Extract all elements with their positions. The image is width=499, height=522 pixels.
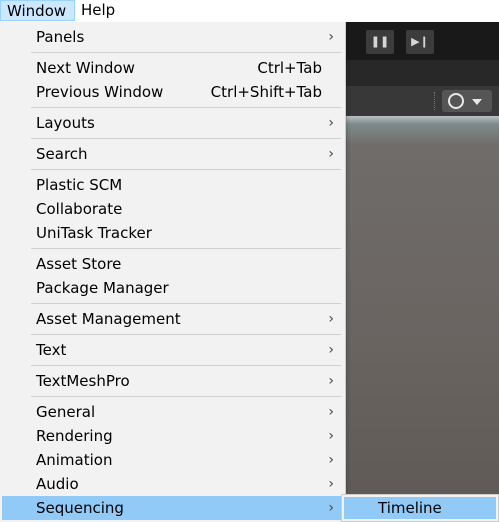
menu-separator (31, 248, 341, 249)
submenu-arrow-icon: › (328, 500, 334, 516)
menu-bar: Window Help (0, 0, 499, 22)
menu-item-plastic-scm[interactable]: Plastic SCM (2, 173, 342, 197)
submenu-arrow-icon: › (328, 146, 334, 162)
scene-viewport[interactable] (346, 116, 499, 522)
menu-separator (31, 396, 341, 397)
menu-separator (31, 107, 341, 108)
menu-item-label: Package Manager (36, 279, 169, 297)
submenu-arrow-icon: › (328, 29, 334, 45)
scene-toolbar (346, 86, 499, 116)
chevron-down-icon (472, 99, 482, 105)
menu-item-label: Asset Store (36, 255, 122, 273)
menu-item-collaborate[interactable]: Collaborate (2, 197, 342, 221)
submenu-arrow-icon: › (328, 342, 334, 358)
menu-item-label: Sequencing (36, 499, 124, 517)
submenu-arrow-icon: › (328, 373, 334, 389)
submenu-arrow-icon: › (328, 115, 334, 131)
pause-icon: ❚❚ (370, 35, 390, 48)
menu-item-text[interactable]: Text › (2, 338, 342, 362)
shortcut-label: Ctrl+Shift+Tab (210, 83, 322, 101)
menu-separator (31, 365, 341, 366)
menu-item-rendering[interactable]: Rendering › (2, 424, 342, 448)
menu-item-package-manager[interactable]: Package Manager (2, 276, 342, 300)
sequencing-submenu: Timeline (341, 494, 499, 522)
window-dropdown-menu: Panels › Next Window Ctrl+Tab Previous W… (0, 22, 346, 522)
pause-button[interactable]: ❚❚ (366, 30, 394, 54)
menu-item-label: Previous Window (36, 83, 164, 101)
submenu-arrow-icon: › (328, 452, 334, 468)
menu-help-label: Help (81, 1, 116, 19)
menu-item-search[interactable]: Search › (2, 142, 342, 166)
menu-item-label: Text (36, 341, 67, 359)
menu-item-label: Animation (36, 451, 113, 469)
menu-help[interactable]: Help (75, 0, 121, 21)
menu-item-label: Layouts (36, 114, 95, 132)
submenu-arrow-icon: › (328, 476, 334, 492)
menu-item-label: TextMeshPro (36, 372, 130, 390)
menu-item-asset-management[interactable]: Asset Management › (2, 307, 342, 331)
menu-window[interactable]: Window (0, 0, 75, 21)
menu-item-asset-store[interactable]: Asset Store (2, 252, 342, 276)
submenu-arrow-icon: › (328, 311, 334, 327)
menu-item-label: Plastic SCM (36, 176, 123, 194)
menu-separator (31, 303, 341, 304)
scene-gizmo-dropdown[interactable] (442, 90, 492, 112)
menu-item-next-window[interactable]: Next Window Ctrl+Tab (2, 56, 342, 80)
submenu-arrow-icon: › (328, 428, 334, 444)
menu-item-label: General (36, 403, 96, 421)
menu-item-unitask-tracker[interactable]: UniTask Tracker (2, 221, 342, 245)
editor-tab-strip (346, 60, 499, 87)
menu-item-panels[interactable]: Panels › (2, 25, 342, 49)
menu-item-textmeshpro[interactable]: TextMeshPro › (2, 369, 342, 393)
menu-item-previous-window[interactable]: Previous Window Ctrl+Shift+Tab (2, 80, 342, 104)
submenu-item-timeline[interactable]: Timeline (344, 497, 496, 519)
menu-item-layouts[interactable]: Layouts › (2, 111, 342, 135)
submenu-arrow-icon: › (328, 404, 334, 420)
menu-item-label: Asset Management (36, 310, 181, 328)
toolbar-divider (434, 92, 437, 110)
submenu-item-label: Timeline (378, 499, 442, 517)
menu-item-label: UniTask Tracker (36, 224, 152, 242)
step-button[interactable]: ▶❙ (406, 30, 434, 54)
menu-item-label: Collaborate (36, 200, 123, 218)
menu-window-label: Window (7, 2, 67, 20)
menu-item-label: Rendering (36, 427, 113, 445)
menu-item-label: Next Window (36, 59, 135, 77)
menu-item-label: Audio (36, 475, 79, 493)
scene-gizmo-icon (448, 93, 464, 109)
menu-item-label: Panels (36, 28, 85, 46)
menu-separator (31, 334, 341, 335)
shortcut-label: Ctrl+Tab (257, 59, 322, 77)
menu-item-label: Search (36, 145, 88, 163)
play-toolbar: ❚❚ ▶❙ (346, 22, 499, 60)
menu-separator (31, 52, 341, 53)
menu-separator (31, 169, 341, 170)
menu-item-sequencing[interactable]: Sequencing › (2, 496, 342, 520)
menu-separator (31, 138, 341, 139)
menu-item-general[interactable]: General › (2, 400, 342, 424)
menu-item-animation[interactable]: Animation › (2, 448, 342, 472)
step-icon: ▶❙ (411, 35, 429, 48)
editor-background: ❚❚ ▶❙ (346, 22, 499, 522)
menu-item-audio[interactable]: Audio › (2, 472, 342, 496)
